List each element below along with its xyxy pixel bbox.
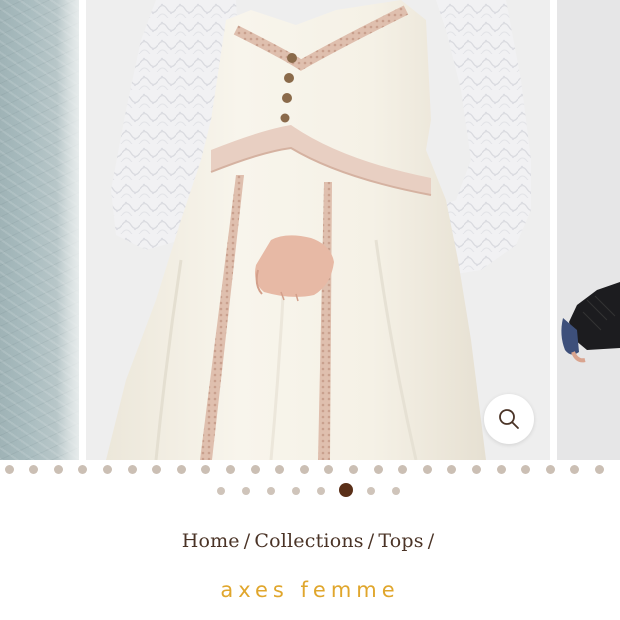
rail-dot [29,465,39,474]
pagination-dot[interactable] [292,487,300,495]
next-slide-image[interactable] [557,0,620,460]
rail-dot [545,465,555,474]
pagination-dot[interactable] [317,487,325,495]
decorative-dotted-border [0,462,620,476]
rail-dot [78,465,88,474]
rail-dot [570,465,580,474]
pagination-dot[interactable] [267,487,275,495]
rail-dot [398,465,408,474]
rail-dot [348,465,358,474]
rail-dot [447,465,457,474]
product-page: Home / Collections / Tops / axes femme [0,0,620,620]
rail-dot [127,465,137,474]
magnifier-icon [499,409,519,429]
rail-dot [225,465,235,474]
rail-dot [324,465,334,474]
zoom-button[interactable] [484,394,534,444]
rail-dot [4,465,14,474]
pagination-dot-active[interactable] [339,483,353,497]
rail-dot [594,465,604,474]
pagination-dot[interactable] [217,487,225,495]
rail-dot [176,465,186,474]
brand-name[interactable]: axes femme [0,578,620,602]
breadcrumb: Home / Collections / Tops / [0,530,620,552]
pagination-dot[interactable] [392,487,400,495]
current-slide-image[interactable] [86,0,550,460]
rail-dot [521,465,531,474]
product-photo [86,0,550,460]
rail-dot [201,465,211,474]
breadcrumb-collections-link[interactable]: Collections [254,530,363,552]
breadcrumb-separator: / [243,530,251,552]
rail-dot [373,465,383,474]
rail-dot [299,465,309,474]
breadcrumb-separator: / [367,530,375,552]
rail-dot [250,465,260,474]
rail-dot [496,465,506,474]
previous-slide-image[interactable] [0,0,79,460]
rail-dot [275,465,285,474]
carousel-pagination[interactable] [0,482,620,500]
rail-dot [422,465,432,474]
product-image-carousel[interactable] [0,0,620,460]
glove-photo [557,0,620,460]
rail-dot [102,465,112,474]
breadcrumb-separator: / [427,530,435,552]
pagination-dot[interactable] [242,487,250,495]
breadcrumb-home-link[interactable]: Home [182,530,240,552]
rail-dot [152,465,162,474]
rail-dot [53,465,63,474]
pagination-dot[interactable] [367,487,375,495]
rail-dot [471,465,481,474]
breadcrumb-tops-link[interactable]: Tops [378,530,423,552]
